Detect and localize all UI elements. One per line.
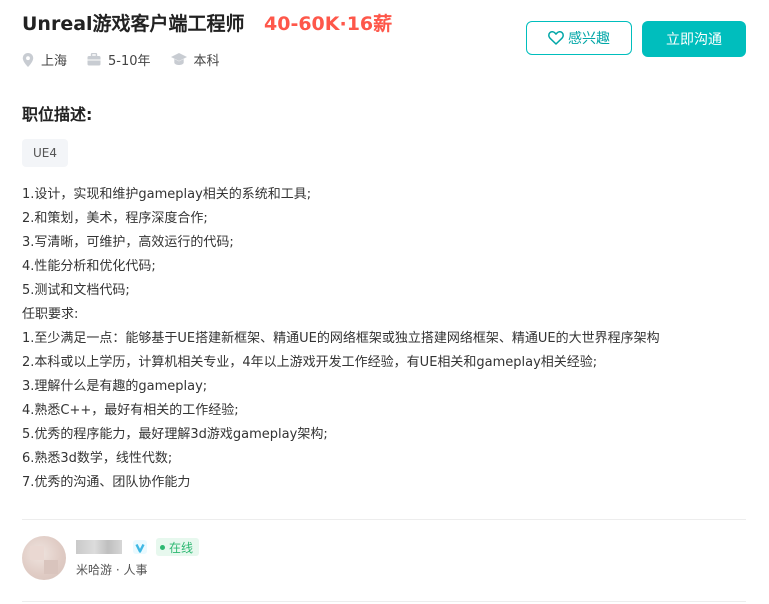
description-line: 3.理解什么是有趣的gameplay; [22, 379, 208, 394]
education-text: 本科 [193, 54, 220, 69]
description-line: 1.设计，实现和维护gameplay相关的系统和工具; [22, 187, 312, 202]
heart-icon [548, 31, 564, 45]
bottom-divider [22, 601, 746, 602]
description-line: 7.优秀的沟通、团队协作能力 [22, 475, 191, 490]
meta-location: 上海 [22, 50, 67, 69]
recruiter-company-role: 米哈游 · 人事 [76, 563, 148, 577]
online-status-badge: 在线 [156, 538, 200, 556]
description-line: 4.熟悉C++，最好有相关的工作经验; [22, 403, 239, 418]
meta-education: 本科 [170, 50, 220, 69]
chat-now-button[interactable]: 立即沟通 [642, 21, 746, 57]
location-text: 上海 [41, 54, 68, 69]
verified-badge [133, 540, 147, 554]
skill-tag: UE4 [22, 139, 68, 167]
location-pin-icon [22, 52, 34, 67]
description-line: 1.至少满足一点：能够基于UE搭建新框架、精通UE的网络框架或独立搭建网络框架、… [22, 331, 660, 346]
job-title: Unreal游戏客户端工程师 [22, 13, 245, 35]
description-line: 2.和策划，美术，程序深度合作; [22, 211, 208, 226]
description-line: 5.测试和文档代码; [22, 283, 130, 298]
experience-text: 5-10年 [108, 54, 151, 69]
recruiter-name-blurred [76, 540, 122, 554]
description-line: 6.熟悉3d数学，线性代数; [22, 451, 173, 466]
graduation-cap-icon [170, 53, 187, 65]
online-status-text: 在线 [169, 540, 194, 555]
recruiter-avatar[interactable] [22, 536, 66, 580]
description-line: 2.本科或以上学历，计算机相关专业，4年以上游戏开发工作经验，有UE相关和gam… [22, 355, 598, 370]
online-dot-icon [160, 544, 165, 550]
description-line: 3.写清晰，可维护，高效运行的代码; [22, 235, 234, 250]
interest-label: 感兴趣 [568, 31, 610, 47]
description-title: 职位描述: [22, 105, 93, 124]
description-line: 5.优秀的程序能力，最好理解3d游戏gameplay架构; [22, 427, 328, 442]
requirements-heading: 任职要求: [22, 307, 79, 322]
job-meta: 上海 5-10年 本科 [22, 50, 240, 69]
job-detail-page: Unreal游戏客户端工程师 40-60K·16薪 上海 5-10年 本科 感兴… [0, 0, 769, 604]
interest-button[interactable]: 感兴趣 [526, 21, 632, 55]
verified-v-icon [135, 543, 145, 553]
section-divider [22, 519, 746, 520]
salary: 40-60K·16薪 [264, 13, 393, 35]
chat-now-label: 立即沟通 [666, 32, 722, 48]
briefcase-icon [87, 53, 101, 66]
description-line: 4.性能分析和优化代码; [22, 259, 156, 274]
job-description: 1.设计，实现和维护gameplay相关的系统和工具; 2.和策划，美术，程序深… [22, 183, 752, 495]
meta-experience: 5-10年 [87, 50, 151, 69]
